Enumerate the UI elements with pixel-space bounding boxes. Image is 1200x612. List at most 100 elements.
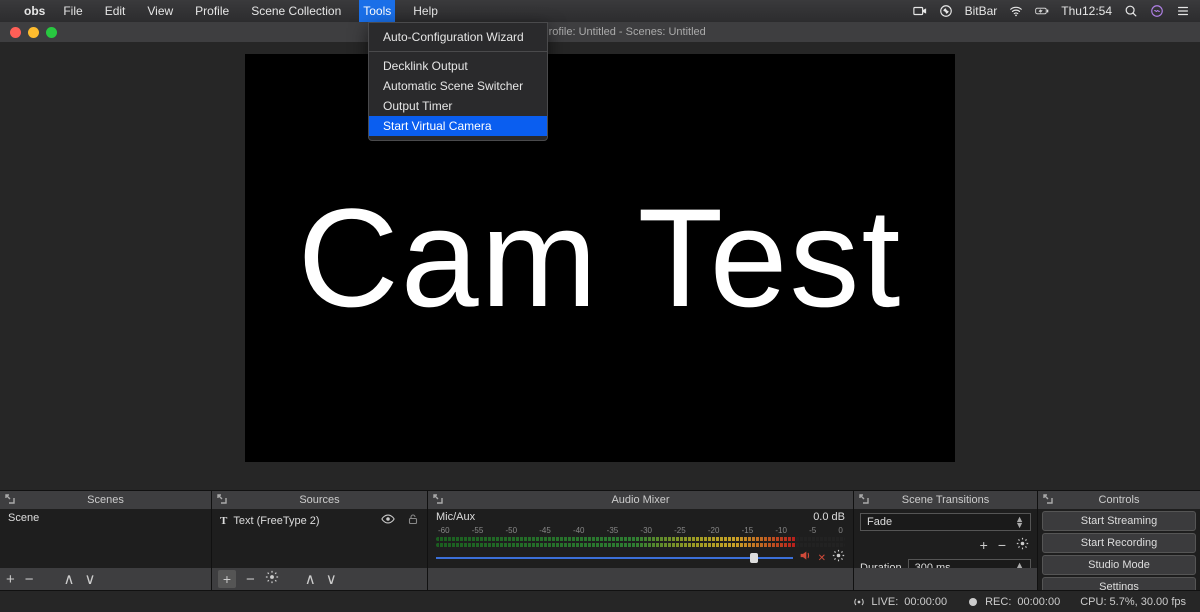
mixer-title: Audio Mixer (611, 494, 669, 506)
remove-source-button[interactable]: − (246, 571, 255, 588)
popout-icon[interactable] (858, 493, 870, 505)
tick: -35 (607, 526, 619, 535)
start-streaming-button[interactable]: Start Streaming (1042, 511, 1196, 531)
live-label: LIVE: (871, 596, 898, 608)
text-source-icon: T (220, 515, 227, 527)
start-recording-button[interactable]: Start Recording (1042, 533, 1196, 553)
menu-scene-collection[interactable]: Scene Collection (247, 0, 345, 22)
menu-edit[interactable]: Edit (101, 0, 130, 22)
traffic-lights (10, 27, 57, 38)
close-window-button[interactable] (10, 27, 21, 38)
scenes-header: Scenes (0, 491, 211, 509)
notification-center-icon[interactable] (1176, 4, 1190, 18)
menu-help[interactable]: Help (409, 0, 442, 22)
transition-selected: Fade (867, 516, 892, 528)
popout-icon[interactable] (432, 493, 444, 505)
speaker-icon[interactable] (799, 549, 812, 567)
popout-icon[interactable] (216, 493, 228, 505)
sources-toolbar: + − ∧ ∨ (212, 568, 427, 590)
rec-time: 00:00:00 (1017, 596, 1060, 608)
rec-status: REC: 00:00:00 (967, 596, 1060, 608)
add-source-button[interactable]: + (218, 570, 236, 588)
move-scene-down-button[interactable]: ∨ (85, 570, 96, 588)
tick: -25 (674, 526, 686, 535)
mixer-channel-name: Mic/Aux (436, 511, 475, 523)
studio-mode-button[interactable]: Studio Mode (1042, 555, 1196, 575)
sources-header: Sources (212, 491, 427, 509)
clock-time[interactable]: 12:54 (1082, 4, 1112, 18)
preview-text-source: Cam Test (298, 177, 903, 339)
cpu-status: CPU: 5.7%, 30.00 fps (1080, 596, 1186, 608)
mixer-level: 0.0 dB (813, 511, 845, 523)
video-indicator-icon[interactable] (913, 4, 927, 18)
tools-dropdown: Auto-Configuration Wizard Decklink Outpu… (368, 22, 548, 141)
add-scene-button[interactable]: + (6, 571, 15, 588)
move-scene-up-button[interactable]: ∧ (64, 570, 75, 588)
docks-row: Scenes Scene + − ∧ ∨ Sources T Text (Fre… (0, 490, 1200, 590)
obs-tray-icon[interactable] (939, 4, 953, 18)
dropdown-item-scene-switcher[interactable]: Automatic Scene Switcher (369, 76, 547, 96)
menu-tools[interactable]: Tools (359, 0, 395, 22)
controls-dock: Controls Start Streaming Start Recording… (1038, 491, 1200, 590)
tick: -60 (438, 526, 450, 535)
duration-input[interactable]: 300 ms ▲▼ (908, 559, 1031, 568)
record-icon (967, 596, 979, 608)
spotlight-icon[interactable] (1124, 4, 1138, 18)
preview-canvas[interactable]: Cam Test (245, 54, 955, 462)
tick: -50 (505, 526, 517, 535)
transitions-dock: Scene Transitions Fade ▲▼ + − Duration 3… (854, 491, 1038, 590)
transitions-title: Scene Transitions (902, 494, 989, 506)
battery-icon[interactable] (1035, 4, 1049, 18)
tick: -10 (775, 526, 787, 535)
siri-icon[interactable] (1150, 4, 1164, 18)
remove-scene-button[interactable]: − (25, 571, 34, 588)
wifi-icon[interactable] (1009, 4, 1023, 18)
app-name-menu[interactable]: obs (24, 4, 45, 18)
transition-properties-button[interactable] (1016, 537, 1029, 553)
source-properties-button[interactable] (265, 570, 279, 588)
sources-dock: Sources T Text (FreeType 2) + − ∧ ∨ (212, 491, 428, 590)
dropdown-separator (369, 51, 547, 52)
volume-slider[interactable] (436, 552, 793, 564)
remove-transition-button[interactable]: − (998, 537, 1006, 553)
mixer-body: Mic/Aux 0.0 dB -60-55-50-45-40-35-30-25-… (428, 509, 853, 568)
clock-day[interactable]: Thu (1061, 4, 1082, 18)
lock-toggle-icon[interactable] (407, 513, 419, 528)
scenes-list[interactable]: Scene (0, 509, 211, 568)
transition-select[interactable]: Fade ▲▼ (860, 513, 1031, 531)
mixer-header: Audio Mixer (428, 491, 853, 509)
tick: -45 (539, 526, 551, 535)
scenes-dock: Scenes Scene + − ∧ ∨ (0, 491, 212, 590)
menu-file[interactable]: File (59, 0, 86, 22)
mixer-footer (428, 568, 853, 590)
channel-settings-icon[interactable] (832, 549, 845, 567)
dropdown-item-start-virtual-camera[interactable]: Start Virtual Camera (369, 116, 547, 136)
controls-title: Controls (1099, 494, 1140, 506)
popout-icon[interactable] (4, 493, 16, 505)
move-source-up-button[interactable]: ∧ (305, 570, 316, 588)
tick: -55 (472, 526, 484, 535)
controls-body: Start Streaming Start Recording Studio M… (1038, 509, 1200, 590)
mac-menu-bar: obs File Edit View Profile Scene Collect… (0, 0, 1200, 22)
bitbar-menu[interactable]: BitBar (965, 4, 998, 18)
dropdown-item-decklink[interactable]: Decklink Output (369, 56, 547, 76)
scene-item[interactable]: Scene (0, 509, 211, 527)
preview-area: Cam Test (0, 42, 1200, 490)
add-transition-button[interactable]: + (980, 537, 988, 553)
transitions-footer (854, 568, 1037, 590)
select-stepper-icon: ▲▼ (1015, 516, 1024, 528)
zoom-window-button[interactable] (46, 27, 57, 38)
move-source-down-button[interactable]: ∨ (326, 570, 337, 588)
dropdown-item-output-timer[interactable]: Output Timer (369, 96, 547, 116)
minimize-window-button[interactable] (28, 27, 39, 38)
popout-icon[interactable] (1042, 493, 1054, 505)
sources-list[interactable]: T Text (FreeType 2) (212, 509, 427, 568)
menu-view[interactable]: View (143, 0, 177, 22)
source-item[interactable]: T Text (FreeType 2) (212, 509, 427, 532)
live-status: LIVE: 00:00:00 (853, 596, 947, 608)
visibility-toggle-icon[interactable] (381, 512, 395, 529)
dropdown-item-auto-config[interactable]: Auto-Configuration Wizard (369, 27, 547, 47)
broadcast-icon (853, 596, 865, 608)
menu-profile[interactable]: Profile (191, 0, 233, 22)
settings-button[interactable]: Settings (1042, 577, 1196, 590)
